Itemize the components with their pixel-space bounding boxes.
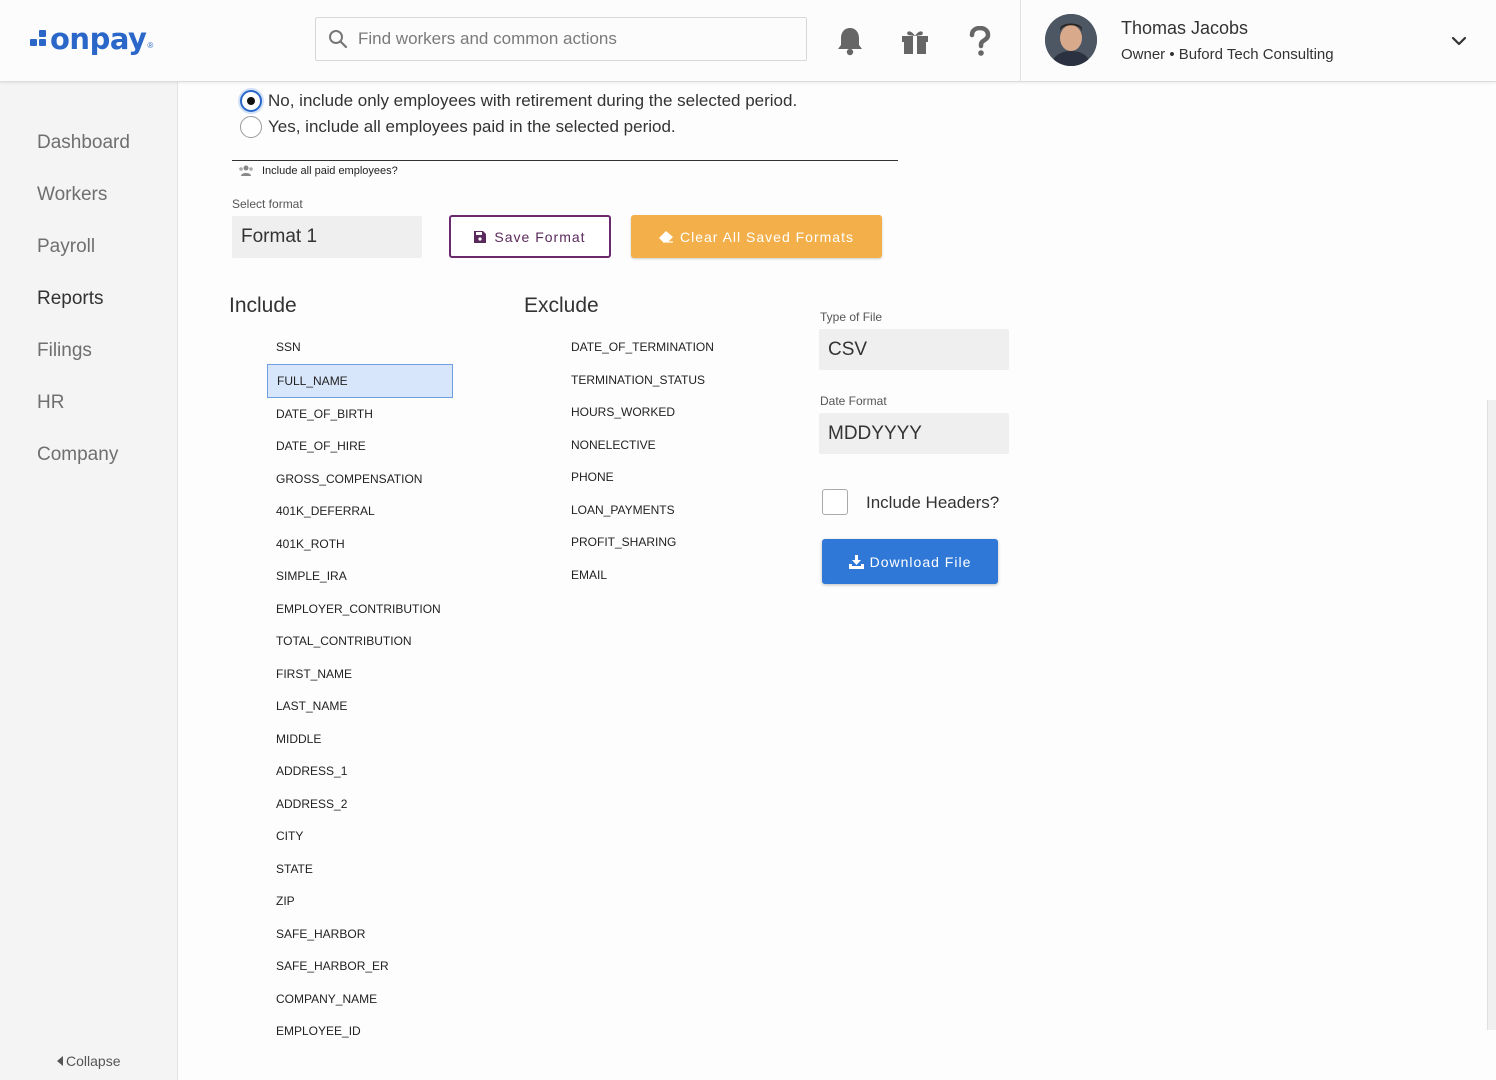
collapse-sidebar-button[interactable]: Collapse	[57, 1053, 120, 1069]
exclude-item[interactable]: PHONE	[571, 470, 614, 484]
include-item[interactable]: SIMPLE_IRA	[276, 569, 347, 583]
bell-icon	[838, 28, 862, 56]
include-headers-label: Include Headers?	[866, 493, 1000, 512]
include-item[interactable]: STATE	[276, 862, 313, 876]
include-item[interactable]: ZIP	[276, 894, 295, 908]
download-file-button[interactable]: Download File	[822, 539, 998, 584]
file-type-label: Type of File	[820, 310, 883, 324]
include-item[interactable]: ADDRESS_1	[276, 764, 347, 778]
exclude-item[interactable]: DATE_OF_TERMINATION	[571, 340, 714, 354]
sidebar-item-workers[interactable]: Workers	[37, 184, 107, 206]
include-item[interactable]: EMPLOYEE_ID	[276, 1024, 361, 1038]
users-icon	[239, 165, 253, 176]
search-bar[interactable]	[315, 17, 807, 61]
include-item[interactable]: DATE_OF_HIRE	[276, 439, 366, 453]
logo-text: onpay	[50, 22, 147, 56]
exclude-item[interactable]: NONELECTIVE	[571, 438, 656, 452]
search-input[interactable]	[356, 28, 800, 50]
include-item[interactable]: GROSS_COMPENSATION	[276, 472, 422, 486]
download-icon	[848, 554, 864, 569]
radio-button-checked[interactable]	[240, 90, 262, 112]
include-headers-checkbox[interactable]	[822, 489, 848, 515]
sidebar-item-filings[interactable]: Filings	[37, 340, 92, 362]
sidebar-item-dashboard[interactable]: Dashboard	[37, 132, 130, 154]
include-item[interactable]: DATE_OF_BIRTH	[276, 407, 373, 421]
logo-registered-mark: ®	[147, 41, 154, 50]
legend-text: Include all paid employees?	[262, 165, 398, 177]
avatar-photo-icon	[1045, 14, 1097, 66]
radio-label: Yes, include all employees paid in the s…	[268, 117, 676, 136]
download-file-label: Download File	[869, 553, 972, 570]
include-item[interactable]: EMPLOYER_CONTRIBUTION	[276, 602, 441, 616]
clear-formats-label: Clear All Saved Formats	[680, 228, 854, 245]
include-item[interactable]: COMPANY_NAME	[276, 992, 377, 1006]
date-format-select[interactable]: MDDYYYY	[819, 413, 1009, 454]
collapse-label: Collapse	[66, 1053, 121, 1069]
onpay-logo[interactable]: onpay ®	[30, 22, 153, 56]
include-item[interactable]: ADDRESS_2	[276, 797, 347, 811]
gift-icon	[902, 31, 928, 54]
include-item[interactable]: CITY	[276, 829, 303, 843]
help-icon	[969, 26, 991, 56]
chevron-down-icon[interactable]	[1450, 32, 1468, 50]
include-column-title: Include	[229, 294, 297, 317]
notifications-button[interactable]	[834, 24, 866, 58]
fieldset-legend: Include all paid employees?	[238, 165, 398, 177]
user-name[interactable]: Thomas Jacobs	[1121, 18, 1248, 39]
gifts-button[interactable]	[899, 24, 931, 58]
user-avatar[interactable]	[1045, 14, 1097, 66]
user-role-company: Owner • Buford Tech Consulting	[1121, 46, 1334, 63]
help-button[interactable]	[964, 24, 996, 58]
include-item[interactable]: MIDDLE	[276, 732, 321, 746]
eraser-icon	[659, 230, 674, 243]
exclude-item[interactable]: HOURS_WORKED	[571, 405, 675, 419]
sidebar-nav: Dashboard Workers Payroll Reports Filing…	[0, 82, 178, 1080]
include-item[interactable]: 401K_DEFERRAL	[276, 504, 375, 518]
include-item-selected[interactable]: FULL_NAME	[267, 364, 453, 398]
file-type-select[interactable]: CSV	[819, 329, 1009, 370]
format-select[interactable]: Format 1	[232, 216, 422, 258]
fieldset-divider	[232, 160, 898, 161]
save-format-label: Save Format	[494, 228, 586, 245]
include-item[interactable]: SAFE_HARBOR_ER	[276, 959, 389, 973]
exclude-item[interactable]: EMAIL	[571, 568, 607, 582]
clear-saved-formats-button[interactable]: Clear All Saved Formats	[631, 215, 882, 258]
radio-label: No, include only employees with retireme…	[268, 91, 798, 110]
date-format-label: Date Format	[820, 394, 887, 408]
vertical-scrollbar[interactable]	[1487, 400, 1496, 1030]
caret-left-icon	[57, 1056, 63, 1066]
sidebar-item-company[interactable]: Company	[37, 444, 118, 466]
include-item[interactable]: FIRST_NAME	[276, 667, 352, 681]
include-item[interactable]: TOTAL_CONTRIBUTION	[276, 634, 412, 648]
save-format-button[interactable]: Save Format	[449, 215, 611, 258]
select-format-label: Select format	[232, 197, 303, 211]
top-header: onpay ® Find workers and common actions …	[0, 0, 1496, 82]
floppy-disk-icon	[474, 230, 487, 243]
header-divider	[1020, 0, 1021, 81]
logo-mark-icon	[30, 30, 48, 48]
exclude-column-title: Exclude	[524, 294, 599, 317]
radio-option-all-paid[interactable]: Yes, include all employees paid in the s…	[240, 116, 676, 138]
sidebar-item-payroll[interactable]: Payroll	[37, 236, 95, 258]
include-item[interactable]: 401K_ROTH	[276, 537, 345, 551]
exclude-item[interactable]: LOAN_PAYMENTS	[571, 503, 675, 517]
include-item[interactable]: SAFE_HARBOR	[276, 927, 365, 941]
include-item[interactable]: LAST_NAME	[276, 699, 347, 713]
include-item[interactable]: SSN	[276, 340, 301, 354]
radio-option-retirement-only[interactable]: No, include only employees with retireme…	[240, 90, 797, 112]
radio-button-unchecked[interactable]	[240, 116, 262, 138]
exclude-item[interactable]: TERMINATION_STATUS	[571, 373, 705, 387]
exclude-item[interactable]: PROFIT_SHARING	[571, 535, 676, 549]
sidebar-item-reports[interactable]: Reports	[37, 288, 104, 310]
sidebar-item-hr[interactable]: HR	[37, 392, 64, 414]
search-icon	[329, 30, 348, 49]
